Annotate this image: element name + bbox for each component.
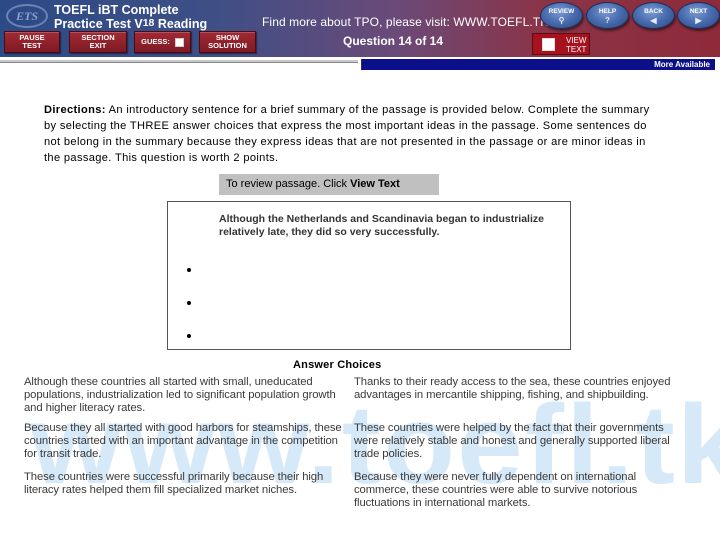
app-title-line1: TOEFL iBT Complete (54, 3, 179, 17)
next-button[interactable]: NEXT ▶ (677, 2, 720, 29)
answer-choice-5[interactable]: These countries were successful primaril… (24, 471, 344, 497)
app-title: TOEFL iBT Complete Practice Test V18 Rea… (54, 4, 207, 31)
answer-choice-3[interactable]: Because they all started with good harbo… (24, 422, 344, 461)
more-available-label: More Available (654, 60, 710, 69)
view-text-label: VIEW TEXT (566, 36, 587, 54)
summary-box: Although the Netherlands and Scandinavia… (167, 201, 571, 350)
arrow-right-icon: ▶ (695, 16, 702, 25)
app-header: ETS TOEFL iBT Complete Practice Test V18… (0, 0, 720, 57)
directions: Directions: An introductory sentence for… (44, 102, 664, 166)
answer-choice-6[interactable]: Because they were never fully dependent … (354, 471, 674, 510)
question-counter: Question 14 of 14 (343, 34, 444, 48)
app-title-line2: Practice Test V18 Reading (54, 17, 208, 31)
pause-test-button[interactable]: PAUSE TEST (4, 31, 60, 53)
summary-slot-1[interactable] (182, 260, 552, 284)
view-text-link[interactable]: View Text (350, 178, 400, 190)
back-button[interactable]: BACK ◀ (632, 2, 675, 29)
bullet-icon (187, 301, 191, 305)
summary-intro-sentence: Although the Netherlands and Scandinavia… (219, 213, 544, 238)
summary-slot-3[interactable] (182, 326, 552, 350)
test-version: 18 (142, 17, 155, 29)
directions-text: An introductory sentence for a brief sum… (44, 104, 650, 164)
answer-choices-heading: Answer Choices (293, 359, 382, 371)
help-button[interactable]: HELP ? (586, 2, 629, 29)
directions-label: Directions: (44, 104, 106, 116)
answer-choice-4[interactable]: These countries were helped by the fact … (354, 422, 674, 461)
section-exit-button[interactable]: SECTION EXIT (69, 31, 127, 53)
summary-slot-2[interactable] (182, 293, 552, 317)
view-text-toggle[interactable]: VIEW TEXT (532, 33, 590, 55)
bullet-icon (187, 268, 191, 272)
review-button[interactable]: REVIEW ⚲ (540, 2, 583, 29)
promo-text: Find more about TPO, please visit: WWW.T… (262, 15, 549, 29)
more-available-bar: More Available (361, 59, 715, 70)
guess-toggle[interactable]: GUESS: (134, 31, 191, 53)
bullet-icon (187, 334, 191, 338)
arrow-left-icon: ◀ (650, 16, 657, 25)
magnifier-icon: ⚲ (558, 16, 565, 25)
view-text-checkbox[interactable] (542, 38, 555, 51)
ets-logo: ETS (6, 4, 48, 28)
answer-choice-2[interactable]: Thanks to their ready access to the sea,… (354, 376, 674, 402)
guess-checkbox[interactable] (174, 37, 184, 47)
review-passage-prompt: To review passage. Click View Text (219, 174, 439, 195)
answer-choice-1[interactable]: Although these countries all started wit… (24, 376, 344, 415)
question-mark-icon: ? (605, 16, 610, 25)
show-solution-button[interactable]: SHOW SOLUTION (199, 31, 256, 53)
header-divider (0, 60, 358, 63)
